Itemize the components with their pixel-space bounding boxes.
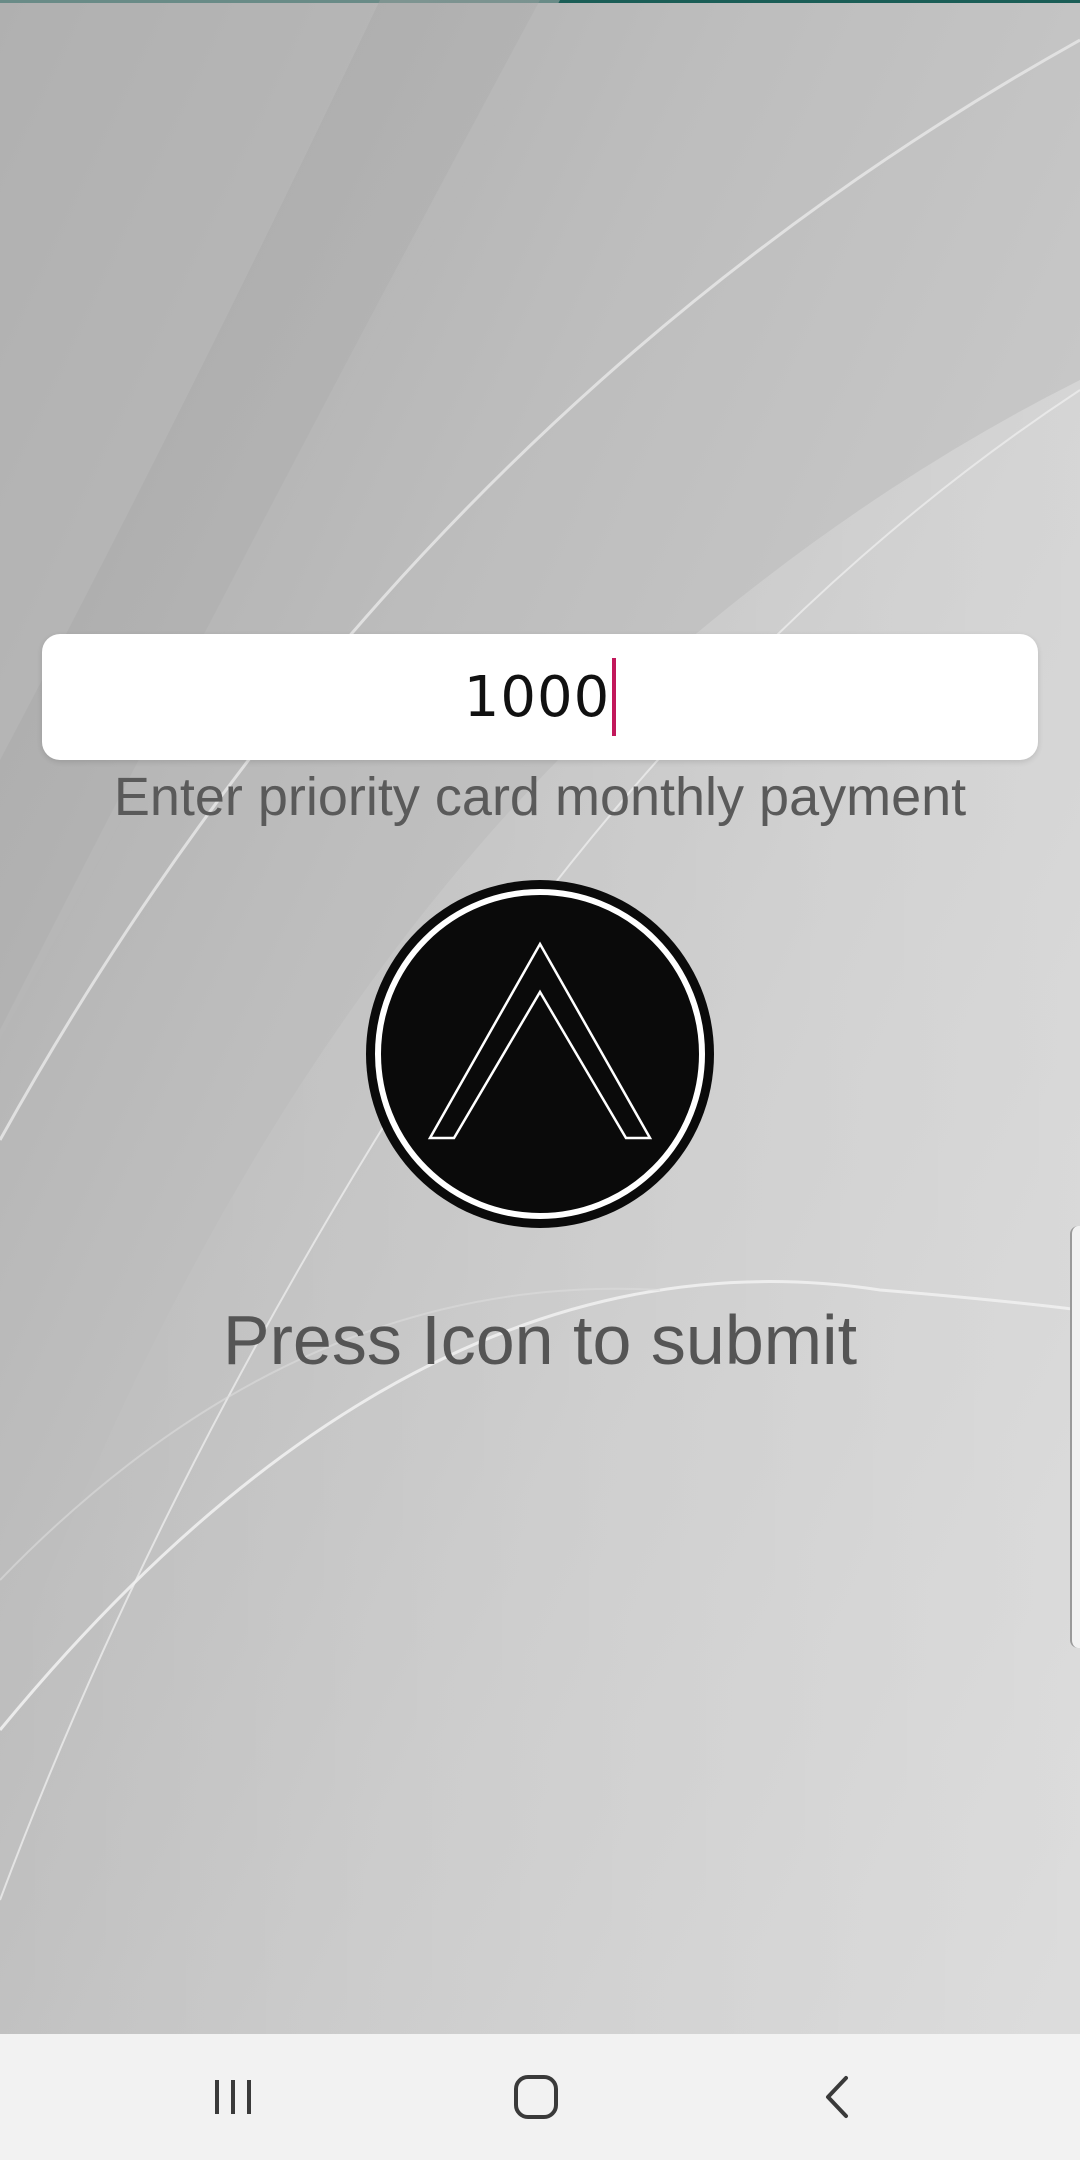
back-icon [826,2076,848,2118]
payment-hint-label: Enter priority card monthly payment [113,767,967,827]
edge-panel-handle[interactable] [1070,1226,1080,1648]
submit-instruction: Press Icon to submit [222,1301,858,1379]
back-button[interactable] [794,2052,884,2142]
app-screen: 1000 Enter priority card monthly payment… [0,0,1080,2160]
text-caret [612,658,617,736]
payment-input[interactable]: 1000 [42,634,1038,760]
navigation-bar [0,2034,1080,2160]
recents-icon [215,2080,251,2114]
up-chevron-circle-icon[interactable] [364,878,716,1230]
payment-input-value: 1000 [464,658,617,736]
recents-button[interactable] [188,2052,278,2142]
home-button[interactable] [491,2052,581,2142]
home-icon [514,2075,558,2119]
